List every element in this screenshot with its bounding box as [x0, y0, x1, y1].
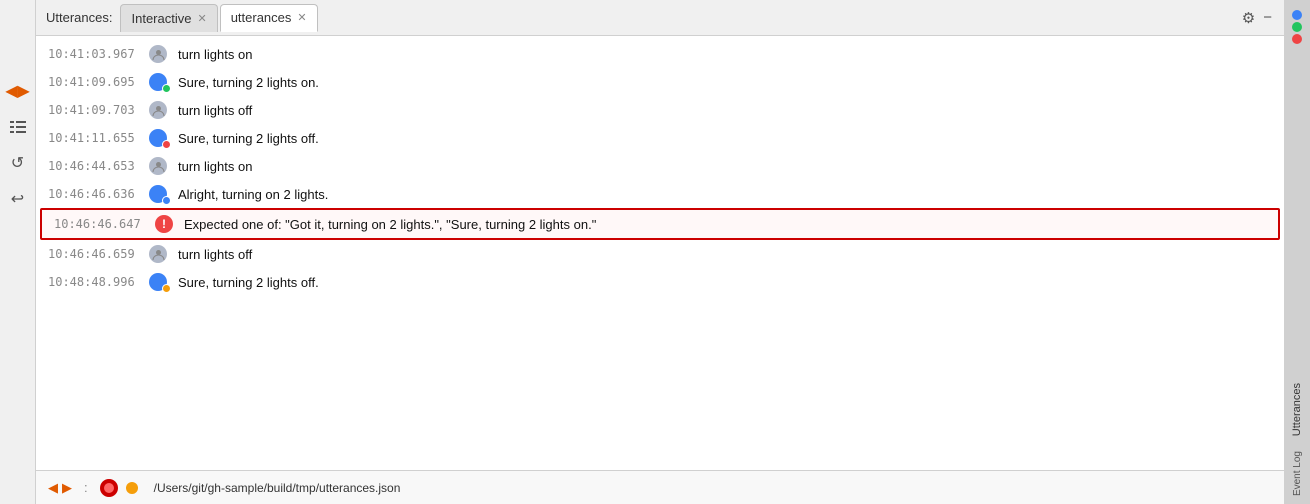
user-avatar-icon: [149, 101, 167, 119]
utterance-text: turn lights off: [178, 247, 252, 262]
utterances-label: Utterances:: [46, 10, 112, 25]
tab-bar-actions: ⚙ −: [1242, 9, 1284, 27]
tab-utterances-label: utterances: [231, 10, 292, 25]
tab-utterances-close[interactable]: ✕: [297, 11, 306, 24]
table-row: 10:46:44.653 turn lights on: [36, 152, 1284, 180]
timestamp: 10:41:11.655: [48, 131, 138, 145]
refresh-icon[interactable]: ↺: [7, 152, 29, 174]
avatar: [144, 243, 172, 265]
utterance-text: turn lights on: [178, 159, 252, 174]
table-row: 10:41:09.695 Sure, turning 2 lights on.: [36, 68, 1284, 96]
timestamp: 10:48:48.996: [48, 275, 138, 289]
avatar: [144, 99, 172, 121]
play-left-icon[interactable]: ◀: [48, 480, 58, 496]
tab-interactive[interactable]: Interactive ✕: [120, 4, 217, 32]
error-row: 10:46:46.647 ! Expected one of: "Got it,…: [40, 208, 1280, 240]
user-avatar-icon: [149, 245, 167, 263]
tab-interactive-label: Interactive: [131, 11, 191, 26]
table-row: 10:46:46.659 turn lights off: [36, 240, 1284, 268]
bottom-bar: ◀ ▶ : /Users/git/gh-sample/build/tmp/utt…: [36, 470, 1284, 504]
undo-icon[interactable]: ↩: [7, 188, 29, 210]
list-icon[interactable]: [7, 116, 29, 138]
user-avatar-icon: [149, 45, 167, 63]
main-area: Utterances: Interactive ✕ utterances ✕ ⚙…: [36, 0, 1284, 504]
utterance-text: Sure, turning 2 lights off.: [178, 131, 319, 146]
table-row: 10:41:09.703 turn lights off: [36, 96, 1284, 124]
avatar: [144, 155, 172, 177]
error-icon: !: [155, 215, 173, 233]
content-area: 10:41:03.967 turn lights on 10:41:09.695: [36, 36, 1284, 470]
avatar: [144, 71, 172, 93]
timestamp: 10:46:44.653: [48, 159, 138, 173]
utterance-text: turn lights off: [178, 103, 252, 118]
utterance-text: Alright, turning on 2 lights.: [178, 187, 328, 202]
utterance-text: Sure, turning 2 lights off.: [178, 275, 319, 290]
table-row: 10:41:11.655 Sure, turning 2 lights off.: [36, 124, 1284, 152]
table-row: 10:48:48.996 Sure, turning 2 lights off.: [36, 268, 1284, 296]
utterance-text: Sure, turning 2 lights on.: [178, 75, 319, 90]
user-avatar-icon: [149, 157, 167, 175]
red-dot-icon: [1292, 34, 1302, 44]
timestamp: 10:41:09.703: [48, 103, 138, 117]
file-path: /Users/git/gh-sample/build/tmp/utterance…: [154, 481, 401, 495]
green-dot-icon: [1292, 22, 1302, 32]
gear-icon[interactable]: ⚙: [1242, 9, 1255, 27]
tab-bar: Utterances: Interactive ✕ utterances ✕ ⚙…: [36, 0, 1284, 36]
orange-status-dot: [126, 482, 138, 494]
bot-avatar-icon: [149, 129, 167, 147]
timestamp: 10:41:09.695: [48, 75, 138, 89]
avatar: !: [150, 213, 178, 235]
event-log-label[interactable]: Event Log: [1292, 451, 1303, 496]
table-row: 10:41:03.967 turn lights on: [36, 40, 1284, 68]
timestamp: 10:46:46.636: [48, 187, 138, 201]
right-top-icons: [1292, 0, 1302, 44]
play-button[interactable]: ◀▶: [7, 80, 29, 102]
separator: :: [84, 480, 88, 495]
tab-utterances[interactable]: utterances ✕: [220, 4, 318, 32]
utterance-text: turn lights on: [178, 47, 252, 62]
timestamp: 10:46:46.647: [54, 217, 144, 231]
avatar: [144, 127, 172, 149]
play-right-icon[interactable]: ▶: [62, 480, 72, 496]
timestamp: 10:46:46.659: [48, 247, 138, 261]
bot-avatar-icon: [149, 273, 167, 291]
blue-dot-icon: [1292, 10, 1302, 20]
left-sidebar: ◀▶ ↺ ↩: [0, 0, 36, 504]
right-sidebar-utterances-label[interactable]: Utterances: [1291, 375, 1303, 444]
table-row: 10:46:46.636 Alright, turning on 2 light…: [36, 180, 1284, 208]
right-sidebar: Utterances Event Log: [1284, 0, 1310, 504]
avatar: [144, 271, 172, 293]
tab-interactive-close[interactable]: ✕: [197, 12, 206, 25]
bot-avatar-icon: [149, 185, 167, 203]
avatar: [144, 183, 172, 205]
minus-icon[interactable]: −: [1263, 9, 1272, 26]
timestamp: 10:41:03.967: [48, 47, 138, 61]
bot-avatar-icon: [149, 73, 167, 91]
bottom-play-controls: ◀ ▶: [48, 480, 72, 496]
stop-icon: [100, 479, 118, 497]
avatar: [144, 43, 172, 65]
utterance-text: Expected one of: "Got it, turning on 2 l…: [184, 217, 596, 232]
